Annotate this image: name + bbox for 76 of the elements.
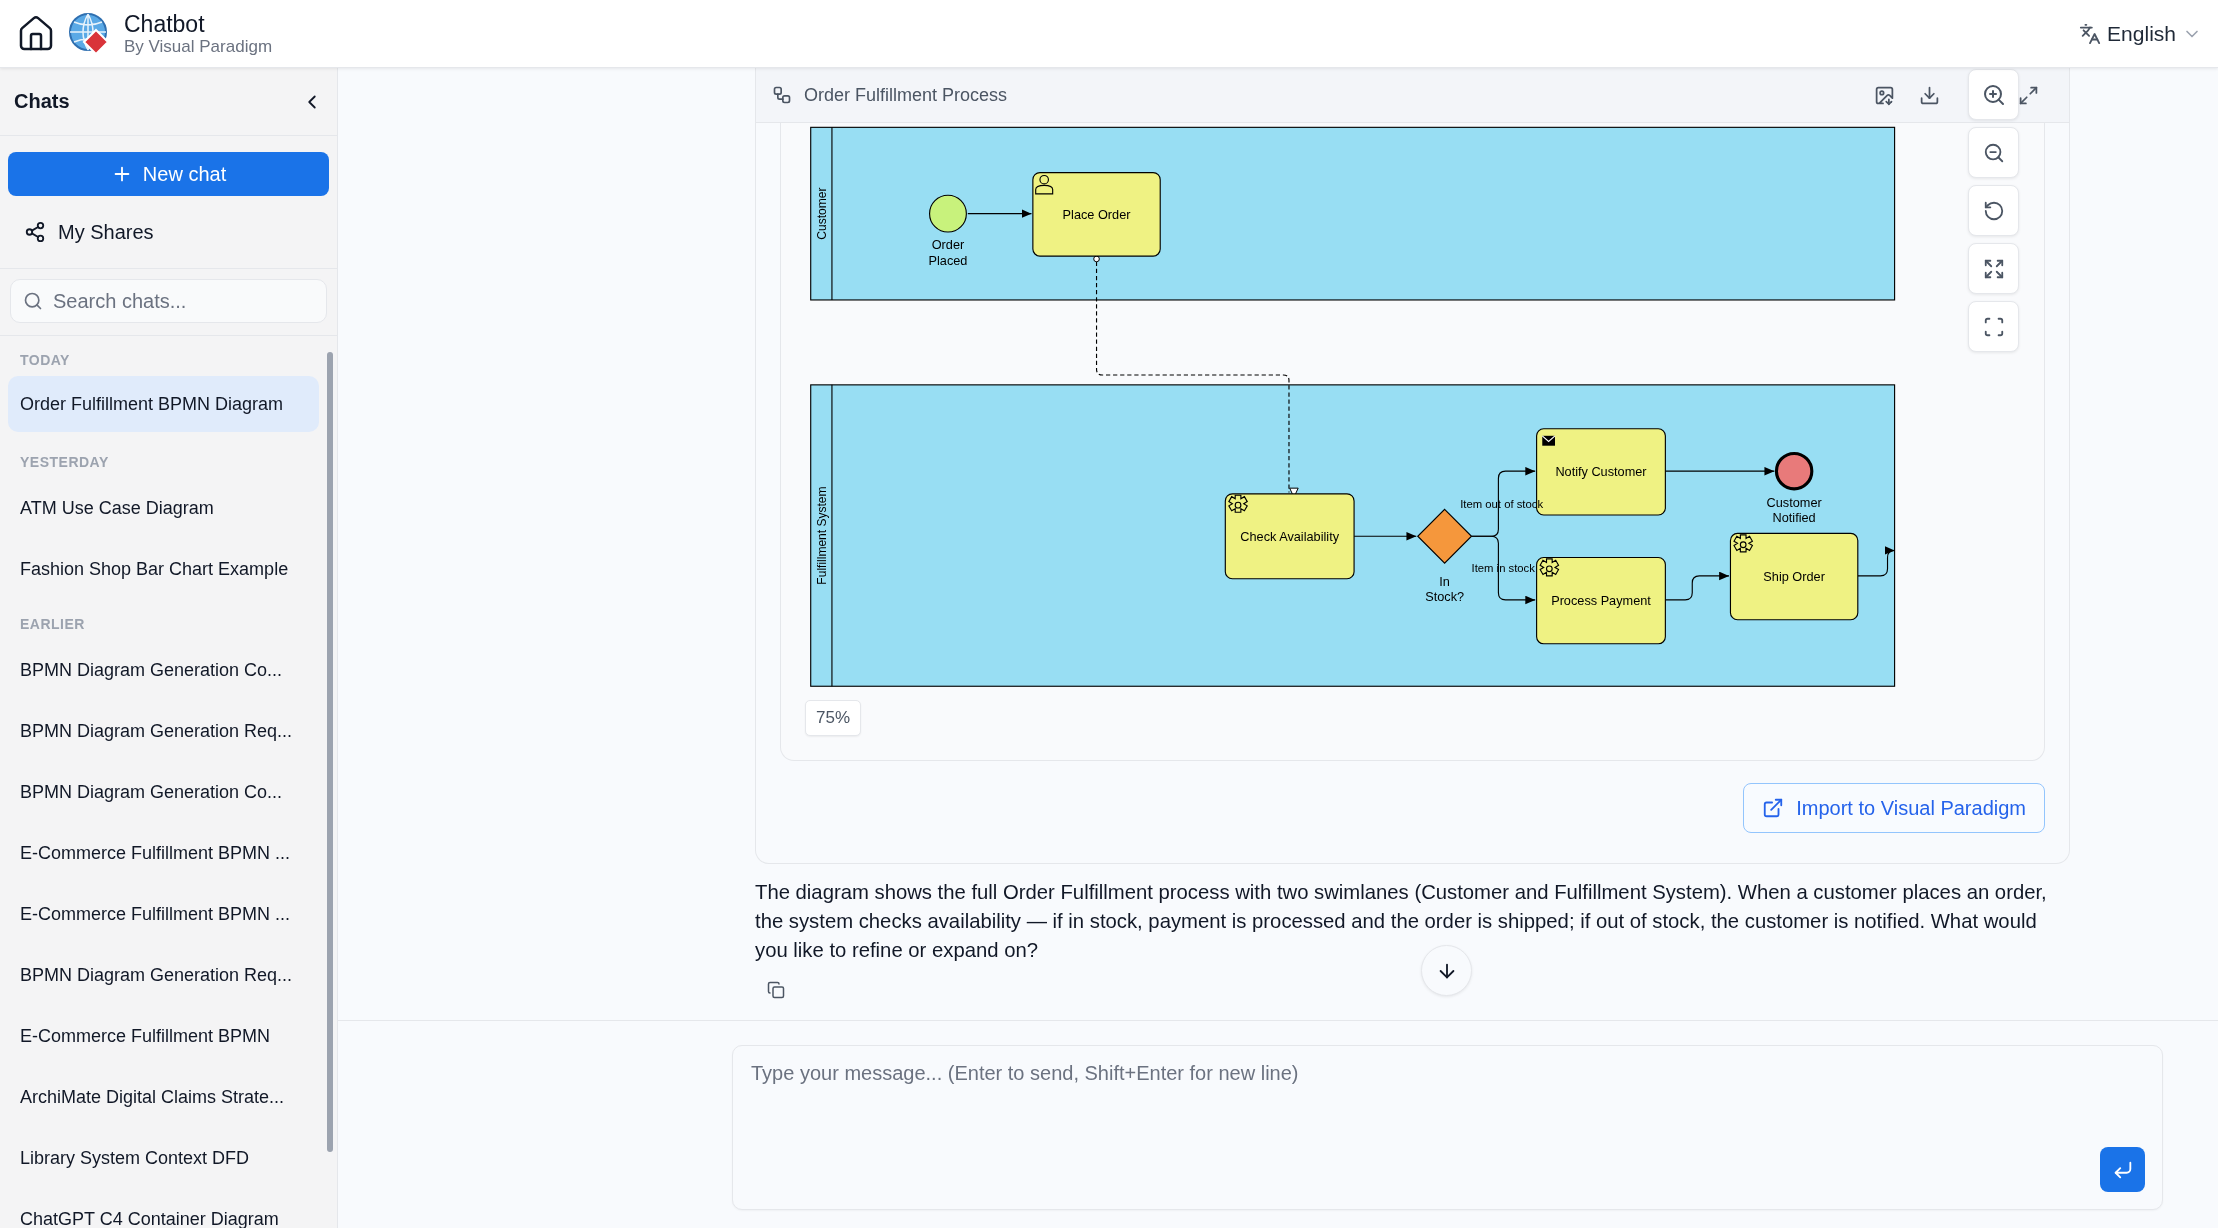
search-field[interactable]: Search chats... <box>10 279 327 323</box>
app-subtitle: By Visual Paradigm <box>124 36 273 57</box>
fullscreen-button[interactable] <box>1968 301 2019 352</box>
send-button[interactable] <box>2100 1147 2145 1192</box>
event-label: Customer Notified <box>1766 494 1822 526</box>
chat-item[interactable]: ArchiMate Digital Claims Strate... <box>8 1067 319 1128</box>
app-title: Chatbot <box>124 10 206 37</box>
chat-item[interactable]: BPMN Diagram Generation Req... <box>8 701 319 762</box>
gear-icon <box>1733 534 1754 553</box>
reset-button[interactable] <box>1968 185 2019 236</box>
person-icon <box>1035 174 1054 195</box>
diagram-title: Order Fulfillment Process <box>804 84 1008 106</box>
chat-item[interactable]: ATM Use Case Diagram <box>8 478 319 539</box>
event-label: Order Placed <box>928 237 968 268</box>
gear-icon <box>1539 558 1560 577</box>
copy-icon <box>767 981 785 999</box>
chat-item[interactable]: ChatGPT C4 Container Diagram <box>8 1189 319 1228</box>
download-button[interactable] <box>1919 84 1940 106</box>
chat-item[interactable]: E-Commerce Fulfillment BPMN <box>8 1006 319 1067</box>
language-selector[interactable]: English <box>2079 21 2202 46</box>
chat-item[interactable]: E-Commerce Fulfillment BPMN ... <box>8 884 319 945</box>
share-icon <box>24 221 46 243</box>
chat-item[interactable]: Order Fulfillment BPMN Diagram <box>8 376 319 432</box>
zoom-in-button[interactable] <box>1968 69 2019 120</box>
sequence-flow <box>1353 532 1417 541</box>
image-icon <box>1874 84 1895 106</box>
chat-item[interactable]: E-Commerce Fulfillment BPMN ... <box>8 823 319 884</box>
fullscreen-icon <box>1982 315 2005 338</box>
copy-image-button[interactable] <box>1874 84 1895 106</box>
zoom-out-icon <box>1982 141 2005 164</box>
diagram-icon <box>772 85 792 105</box>
task-label: Ship Order <box>1763 568 1825 584</box>
sidebar-title: Chats <box>14 90 70 113</box>
group-label: EARLIER <box>19 615 86 634</box>
message-input[interactable]: Type your message... (Enter to send, Shift+Enter for new line) <box>732 1045 2163 1210</box>
task-label: Check Availability <box>1240 528 1340 544</box>
assistant-message: The diagram shows the full Order Fulfillment process with two swimlanes (Customer and Fulfillment System). When a customer places an order, the system checks availability — if in stock, payment is processed and the order is shipped; if out of stock, the customer is notified. What would you like to refine or expand on? <box>755 880 2048 963</box>
new-chat-button[interactable]: New chat <box>8 152 329 196</box>
start-event <box>929 194 967 233</box>
chat-item[interactable]: BPMN Diagram Generation Co... <box>8 762 319 823</box>
sequence-flow <box>1664 571 1730 601</box>
download-icon <box>1919 84 1940 106</box>
fit-icon <box>1982 257 2005 280</box>
sequence-flow <box>1857 546 1896 577</box>
expand-button[interactable] <box>2018 84 2039 106</box>
zoom-in-icon <box>1981 82 2006 107</box>
sequence-flow <box>1470 535 1536 605</box>
end-event <box>1774 451 1814 491</box>
external-link-icon <box>1762 797 1785 819</box>
gateway-diamond <box>1416 508 1473 564</box>
chat-item[interactable]: BPMN Diagram Generation Req... <box>8 945 319 1006</box>
translate-icon <box>2079 22 2102 45</box>
chat-item[interactable]: Fashion Shop Bar Chart Example <box>8 539 319 600</box>
gear-icon <box>1228 494 1248 513</box>
my-shares-button[interactable]: My Shares <box>8 208 329 256</box>
expand-icon <box>2018 84 2039 106</box>
event-label: In Stock? <box>1425 573 1465 605</box>
chat-item[interactable]: BPMN Diagram Generation Co... <box>8 640 319 701</box>
envelope-icon <box>1541 435 1556 446</box>
scroll-down-button[interactable] <box>1421 945 1472 996</box>
zoom-out-button[interactable] <box>1968 127 2019 178</box>
sequence-flow <box>967 209 1032 218</box>
import-button[interactable]: Import to Visual Paradigm <box>1743 783 2045 833</box>
group-label: YESTERDAY <box>19 453 110 472</box>
copy-button[interactable] <box>767 981 785 999</box>
task-label: Place Order <box>1062 206 1131 222</box>
zoom-level: 75% <box>805 700 862 736</box>
fit-button[interactable] <box>1968 243 2019 294</box>
chat-item[interactable]: Library System Context DFD <box>8 1128 319 1189</box>
task-label: Notify Customer <box>1555 464 1647 480</box>
lane-label: Customer <box>815 187 830 240</box>
lane-label: Fulfillment System <box>815 486 830 585</box>
scrollbar-thumb[interactable] <box>327 352 333 1152</box>
rotate-icon <box>1982 199 2005 222</box>
task-label: Process Payment <box>1551 592 1651 608</box>
group-label: TODAY <box>19 351 71 370</box>
